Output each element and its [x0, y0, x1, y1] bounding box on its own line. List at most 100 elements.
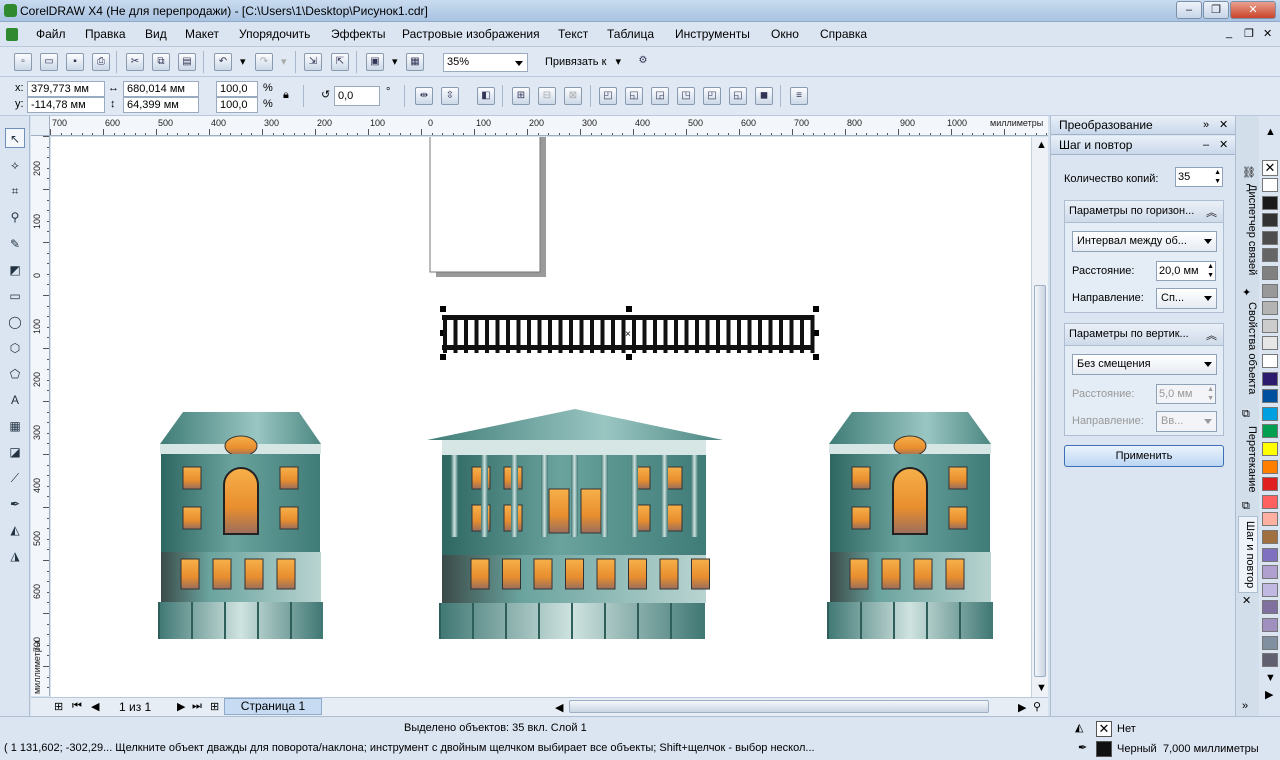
expand-icon[interactable]: »	[1203, 116, 1209, 134]
tab-blend[interactable]: Перетекание	[1238, 426, 1258, 492]
close-button[interactable]: ✕	[1230, 1, 1276, 19]
undo-icon[interactable]: ↶	[214, 53, 232, 71]
y-position-field[interactable]: -114,78 мм	[27, 97, 105, 113]
close-icon[interactable]: ✕	[1242, 594, 1251, 607]
outline-swatch[interactable]	[1096, 741, 1112, 757]
interactive-fill-tool-icon[interactable]: ◮	[5, 546, 25, 566]
menu-table[interactable]: Таблица	[607, 27, 654, 41]
apply-button[interactable]: Применить	[1064, 445, 1224, 467]
color-swatch[interactable]	[1262, 389, 1278, 404]
vertical-ruler[interactable]: 200 100 0 100 200 300 400 500 600 700 ми…	[31, 136, 50, 696]
boundary-icon[interactable]: ◼	[755, 87, 773, 105]
eyedropper-tool-icon[interactable]: ⟋	[5, 468, 25, 488]
fill-tool-icon[interactable]: ◭	[5, 520, 25, 540]
application-launcher-icon[interactable]: ▣	[366, 53, 384, 71]
drawing-artwork[interactable]: ×	[51, 137, 1031, 697]
spin-arrows-icon[interactable]: ▲ ▼	[1207, 262, 1214, 280]
vertical-settings-header[interactable]: Параметры по вертик... ︽	[1065, 324, 1223, 346]
welcome-screen-icon[interactable]: ▦	[406, 53, 424, 71]
palette-scroll-up-icon[interactable]: ▲	[1265, 126, 1276, 138]
color-swatch[interactable]	[1262, 512, 1278, 527]
rotation-angle-field[interactable]: 0,0	[334, 86, 380, 106]
menu-text[interactable]: Текст	[558, 27, 588, 41]
menu-arrange[interactable]: Упорядочить	[239, 27, 310, 41]
options-icon[interactable]: ⚙	[634, 53, 652, 71]
crop-tool-icon[interactable]: ⌗	[5, 181, 25, 201]
page-tab[interactable]: Страница 1	[224, 698, 322, 715]
color-swatch[interactable]	[1262, 283, 1278, 298]
basic-shapes-tool-icon[interactable]: ⬠	[5, 364, 25, 384]
menu-view[interactable]: Вид	[145, 27, 167, 41]
vertical-direction-dropdown[interactable]: Вв...	[1156, 411, 1217, 432]
color-swatch[interactable]	[1262, 424, 1278, 439]
collapse-icon[interactable]: ︽	[1206, 203, 1217, 224]
add-page-before-icon[interactable]: ⊞	[54, 700, 63, 713]
polygon-tool-icon[interactable]: ⬡	[5, 338, 25, 358]
doc-restore-icon[interactable]: ❐	[1244, 27, 1254, 40]
lock-ratio-icon[interactable]: 🔒︎	[283, 89, 289, 102]
color-swatch[interactable]	[1262, 459, 1278, 474]
horizontal-settings-header[interactable]: Параметры по горизон... ︽	[1065, 201, 1223, 223]
export-icon[interactable]: ⇱	[331, 53, 349, 71]
building-left[interactable]	[158, 412, 323, 639]
page-border[interactable]	[429, 137, 541, 273]
menu-help[interactable]: Справка	[820, 27, 867, 41]
step-repeat-docker-header[interactable]: Шаг и повтор – ✕	[1051, 136, 1236, 155]
import-icon[interactable]: ⇲	[304, 53, 322, 71]
shape-tool-icon[interactable]: ⟡	[5, 155, 25, 175]
mirror-vertical-icon[interactable]: ⇳	[441, 87, 459, 105]
menu-layout[interactable]: Макет	[185, 27, 219, 41]
scroll-left-icon[interactable]: ◀	[555, 701, 563, 714]
next-page-icon[interactable]: ▶	[177, 700, 185, 713]
color-swatch[interactable]	[1262, 494, 1278, 509]
color-swatch[interactable]	[1262, 318, 1278, 333]
first-page-icon[interactable]: ⏮	[72, 700, 82, 713]
color-swatch[interactable]	[1262, 618, 1278, 632]
snap-to-button[interactable]: Привязать к ▾	[545, 55, 621, 68]
front-minus-back-icon[interactable]: ◰	[703, 87, 721, 105]
scale-width-field[interactable]: 100,0	[216, 81, 258, 97]
copies-stepper[interactable]: 35 ▲ ▼	[1175, 167, 1223, 187]
save-icon[interactable]: ▪	[66, 53, 84, 71]
maximize-button[interactable]: ❐	[1203, 1, 1229, 19]
palette-expand-icon[interactable]: ▶	[1265, 688, 1273, 701]
zoom-level-dropdown[interactable]: 35%	[443, 53, 528, 72]
ungroup-icon[interactable]: ⊟	[538, 87, 556, 105]
launcher-dropdown-icon[interactable]: ▾	[392, 55, 398, 68]
smart-fill-tool-icon[interactable]: ◩	[5, 260, 25, 280]
menu-file[interactable]: Файл	[36, 27, 66, 41]
doc-close-icon[interactable]: ✕	[1263, 27, 1272, 40]
prev-page-icon[interactable]: ◀	[91, 700, 99, 713]
open-icon[interactable]: ▭	[40, 53, 58, 71]
scroll-down-icon[interactable]: ▼	[1036, 682, 1047, 694]
color-swatch[interactable]	[1262, 477, 1278, 492]
color-swatch[interactable]	[1262, 406, 1278, 421]
rectangle-tool-icon[interactable]: ▭	[5, 286, 25, 306]
drawing-canvas[interactable]: ×	[51, 137, 1031, 697]
height-field[interactable]: 64,399 мм	[123, 97, 199, 113]
horizontal-scroll-thumb[interactable]	[569, 700, 989, 713]
no-color-swatch[interactable]: ✕	[1262, 160, 1278, 176]
interactive-blend-tool-icon[interactable]: ◪	[5, 442, 25, 462]
navigator-icon[interactable]: ⚲	[1033, 700, 1041, 713]
arrange-icon[interactable]: ⊞	[512, 87, 530, 105]
zoom-tool-icon[interactable]: ⚲	[5, 207, 25, 227]
cut-icon[interactable]: ✂	[126, 53, 144, 71]
new-icon[interactable]: ▫	[14, 53, 32, 71]
color-swatch[interactable]	[1262, 178, 1278, 192]
color-swatch[interactable]	[1262, 371, 1278, 386]
paste-icon[interactable]: ▤	[178, 53, 196, 71]
horizontal-mode-dropdown[interactable]: Интервал между об...	[1072, 231, 1217, 252]
menu-bitmaps[interactable]: Растровые изображения	[402, 27, 540, 41]
weld-icon[interactable]: ◰	[599, 87, 617, 105]
group-icon[interactable]: ◧	[477, 87, 495, 105]
color-swatch[interactable]	[1262, 301, 1278, 316]
close-icon[interactable]: ✕	[1219, 136, 1228, 154]
palette-scroll-down-icon[interactable]: ▼	[1265, 672, 1276, 684]
doc-minimize-icon[interactable]: _	[1226, 27, 1232, 39]
vertical-distance-stepper[interactable]: 5,0 мм ▲ ▼	[1156, 384, 1216, 404]
vertical-mode-dropdown[interactable]: Без смещения	[1072, 354, 1217, 375]
menu-effects[interactable]: Эффекты	[331, 27, 386, 41]
tab-object-properties[interactable]: Свойства объекта	[1238, 302, 1258, 394]
mirror-horizontal-icon[interactable]: ⇹	[415, 87, 433, 105]
